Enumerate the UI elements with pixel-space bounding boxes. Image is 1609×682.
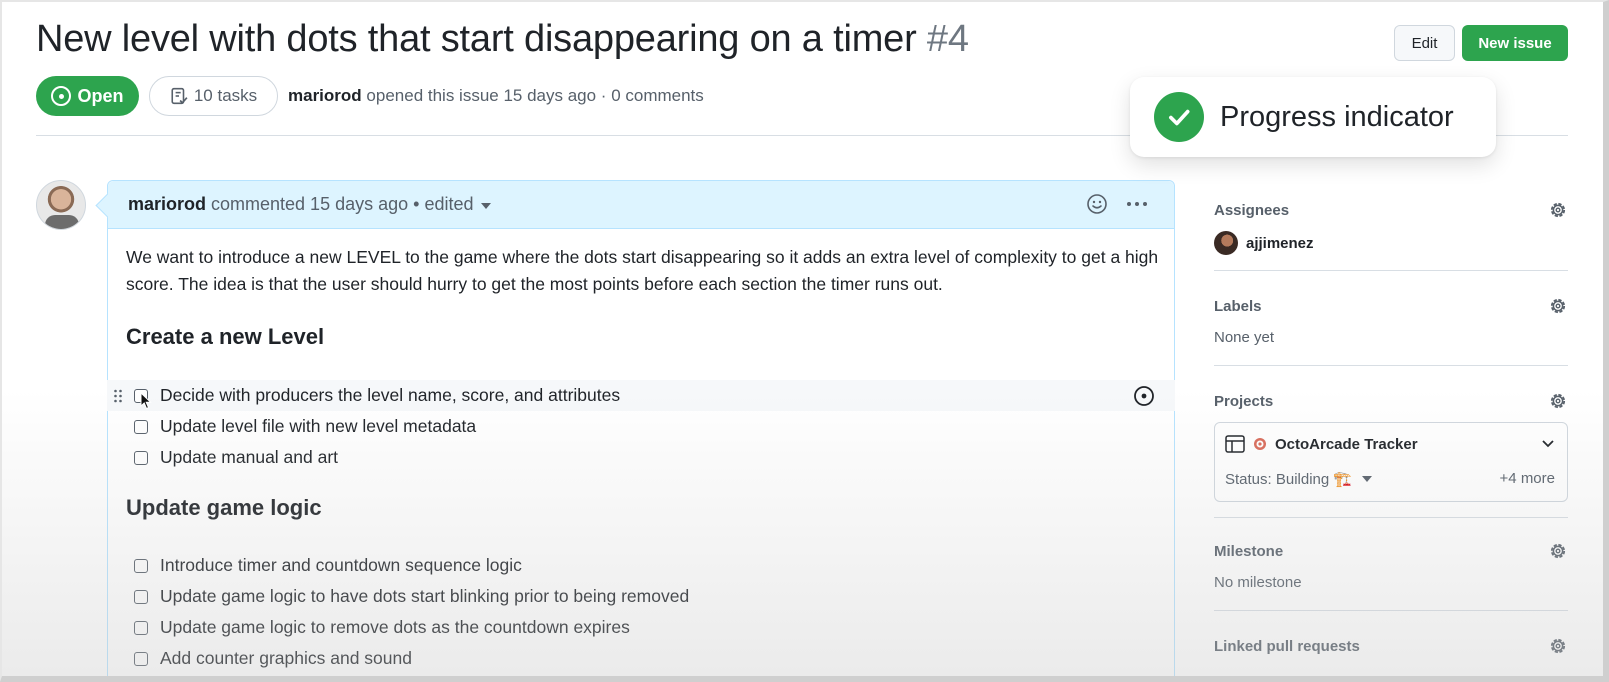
task-checkbox[interactable]: [134, 620, 148, 635]
author-avatar[interactable]: [36, 180, 86, 230]
project-status[interactable]: Status: Building 🏗️: [1225, 470, 1373, 488]
issue-state-label: Open: [77, 85, 124, 106]
project-more-link[interactable]: +4 more: [1500, 470, 1555, 487]
comment-author-link[interactable]: mariorod: [128, 194, 206, 215]
labels-title: Labels: [1214, 298, 1262, 315]
projects-title: Projects: [1214, 393, 1274, 410]
task-checkbox[interactable]: [134, 419, 148, 434]
gear-icon[interactable]: [1548, 296, 1568, 316]
issue-title: New level with dots that start disappear…: [36, 18, 969, 61]
task-label: Introduce timer and countdown sequence l…: [160, 555, 522, 575]
issue-opened-icon: [51, 86, 72, 106]
task-item[interactable]: Add counter graphics and sound: [107, 643, 1175, 674]
assignee-item[interactable]: ajjimenez: [1214, 231, 1568, 255]
labels-section: Labels None yet: [1214, 298, 1568, 346]
project-card[interactable]: OctoArcade Tracker Status: Building 🏗️ +…: [1214, 422, 1568, 502]
projects-section: Projects OctoArcade Tracker Status: Buil…: [1214, 393, 1568, 502]
issue-opened-text: opened this issue 15 days ago · 0 commen…: [366, 86, 704, 105]
task-item[interactable]: Introduce timer and countdown sequence l…: [107, 550, 1175, 581]
milestone-title: Milestone: [1214, 543, 1284, 560]
progress-indicator-toast: Progress indicator: [1130, 77, 1496, 157]
tasks-count-pill[interactable]: 10 tasks: [149, 76, 278, 116]
checklist-icon: [171, 87, 188, 105]
task-item[interactable]: Update game logic to have dots start bli…: [107, 581, 1175, 612]
edit-button[interactable]: Edit: [1394, 25, 1455, 61]
sidebar-divider: [1214, 610, 1568, 611]
chevron-down-icon[interactable]: [481, 202, 492, 209]
gear-icon[interactable]: [1548, 636, 1568, 656]
milestone-value: No milestone: [1214, 574, 1302, 591]
assignees-title: Assignees: [1214, 202, 1290, 219]
task-label: Decide with producers the level name, sc…: [160, 385, 621, 405]
smiley-icon[interactable]: [1086, 193, 1108, 215]
task-label: Update game logic to remove dots as the …: [160, 617, 630, 637]
assignees-section: Assignees ajjimenez: [1214, 202, 1568, 255]
task-label: Update level file with new level metadat…: [160, 416, 477, 436]
task-item[interactable]: Decide with producers the level name, sc…: [107, 380, 1175, 411]
gear-icon[interactable]: [1548, 200, 1568, 220]
task-checkbox[interactable]: [134, 589, 148, 604]
section-heading: Update game logic: [126, 495, 322, 520]
linked-prs-title: Linked pull requests: [1214, 638, 1360, 655]
mouse-pointer-icon: [140, 392, 152, 410]
project-name[interactable]: OctoArcade Tracker: [1275, 436, 1418, 453]
kebab-horizontal-icon[interactable]: [1126, 193, 1148, 215]
drag-handle-icon[interactable]: [113, 388, 123, 404]
issue-state-badge: Open: [36, 76, 139, 116]
chevron-down-icon[interactable]: [1541, 439, 1555, 449]
task-checkbox[interactable]: [134, 651, 148, 666]
task-item[interactable]: Update level file with new level metadat…: [107, 411, 1175, 442]
project-status-label: Status: Building 🏗️: [1225, 471, 1353, 488]
issue-title-text: New level with dots that start disappear…: [36, 18, 917, 60]
target-icon: [1254, 438, 1266, 450]
comment-body: We want to introduce a new LEVEL to the …: [126, 247, 1159, 294]
sidebar-divider: [1214, 365, 1568, 366]
assignee-avatar: [1214, 231, 1238, 255]
check-circle-icon: [1154, 92, 1204, 142]
task-item[interactable]: Update manual and art: [107, 442, 1175, 473]
new-issue-button[interactable]: New issue: [1462, 25, 1568, 61]
task-label: Add counter graphics and sound: [160, 648, 412, 668]
tasks-count-label: 10 tasks: [193, 86, 258, 105]
issue-meta: mariorod opened this issue 15 days ago ·…: [288, 86, 704, 106]
comment-meta[interactable]: commented 15 days ago • edited: [211, 194, 473, 215]
issue-number: #4: [926, 18, 969, 60]
issue-author-link[interactable]: mariorod: [288, 86, 362, 105]
gear-icon[interactable]: [1548, 541, 1568, 561]
task-checkbox[interactable]: [134, 450, 148, 465]
task-label: Update manual and art: [160, 447, 339, 467]
table-icon: [1225, 435, 1245, 453]
gear-icon[interactable]: [1548, 391, 1568, 411]
task-checkbox[interactable]: [134, 558, 148, 573]
linked-prs-section: Linked pull requests: [1214, 638, 1568, 655]
task-item[interactable]: Update game logic to remove dots as the …: [107, 612, 1175, 643]
caret-down-icon[interactable]: [1362, 476, 1373, 482]
task-label: Update game logic to have dots start bli…: [160, 586, 690, 606]
convert-to-issue-icon[interactable]: [1133, 385, 1155, 407]
section-heading: Create a new Level: [126, 324, 325, 349]
milestone-section: Milestone No milestone: [1214, 543, 1568, 591]
assignee-name[interactable]: ajjimenez: [1246, 235, 1314, 252]
sidebar-divider: [1214, 270, 1568, 271]
toast-label: Progress indicator: [1220, 100, 1454, 133]
sidebar-divider: [1214, 517, 1568, 518]
labels-value: None yet: [1214, 329, 1275, 346]
comment-header: mariorod commented 15 days ago • edited: [108, 181, 1174, 229]
